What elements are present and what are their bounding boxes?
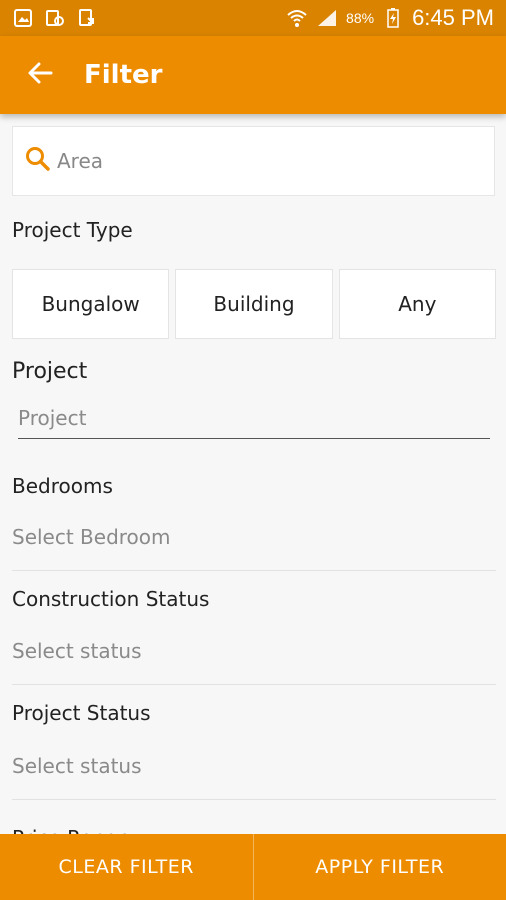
project-field[interactable] (18, 397, 490, 439)
project-status-select[interactable]: Select status (12, 754, 142, 778)
page-title: Filter (84, 60, 163, 90)
search-icon (25, 146, 51, 176)
area-search-input[interactable] (57, 149, 457, 173)
gallery-icon (12, 7, 34, 29)
battery-percent: 88% (346, 10, 375, 26)
divider (12, 684, 496, 685)
download-icon (76, 7, 98, 29)
signal-icon (316, 7, 338, 29)
construction-status-select[interactable]: Select status (12, 639, 142, 663)
project-type-options: Bungalow Building Any (12, 269, 496, 339)
filter-form: Project Type Bungalow Building Any Proje… (0, 114, 506, 834)
status-bar: 88% 6:45 PM (0, 0, 506, 36)
bottom-action-bar: CLEAR FILTER APPLY FILTER (0, 834, 506, 900)
divider (12, 570, 496, 571)
area-search-box[interactable] (12, 126, 495, 196)
project-type-any[interactable]: Any (338, 269, 496, 339)
app-bar: Filter (0, 36, 506, 114)
bedrooms-label: Bedrooms (12, 474, 113, 498)
battery-icon (382, 7, 404, 29)
back-button[interactable] (0, 36, 80, 114)
project-type-building[interactable]: Building (175, 269, 333, 339)
project-input[interactable] (18, 405, 490, 430)
recorder-icon (44, 7, 66, 29)
construction-status-label: Construction Status (12, 587, 210, 611)
arrow-left-icon (27, 60, 53, 90)
project-status-label: Project Status (12, 701, 151, 725)
project-label: Project (12, 359, 88, 384)
clear-filter-button[interactable]: CLEAR FILTER (0, 834, 253, 900)
divider (12, 799, 496, 800)
wifi-icon (286, 7, 308, 29)
status-time: 6:45 PM (412, 5, 494, 30)
project-type-bungalow[interactable]: Bungalow (12, 269, 170, 339)
project-type-label: Project Type (12, 218, 133, 242)
apply-filter-button[interactable]: APPLY FILTER (254, 834, 506, 900)
bedroom-select[interactable]: Select Bedroom (12, 525, 171, 549)
price-range-label: Price Range (12, 826, 131, 834)
